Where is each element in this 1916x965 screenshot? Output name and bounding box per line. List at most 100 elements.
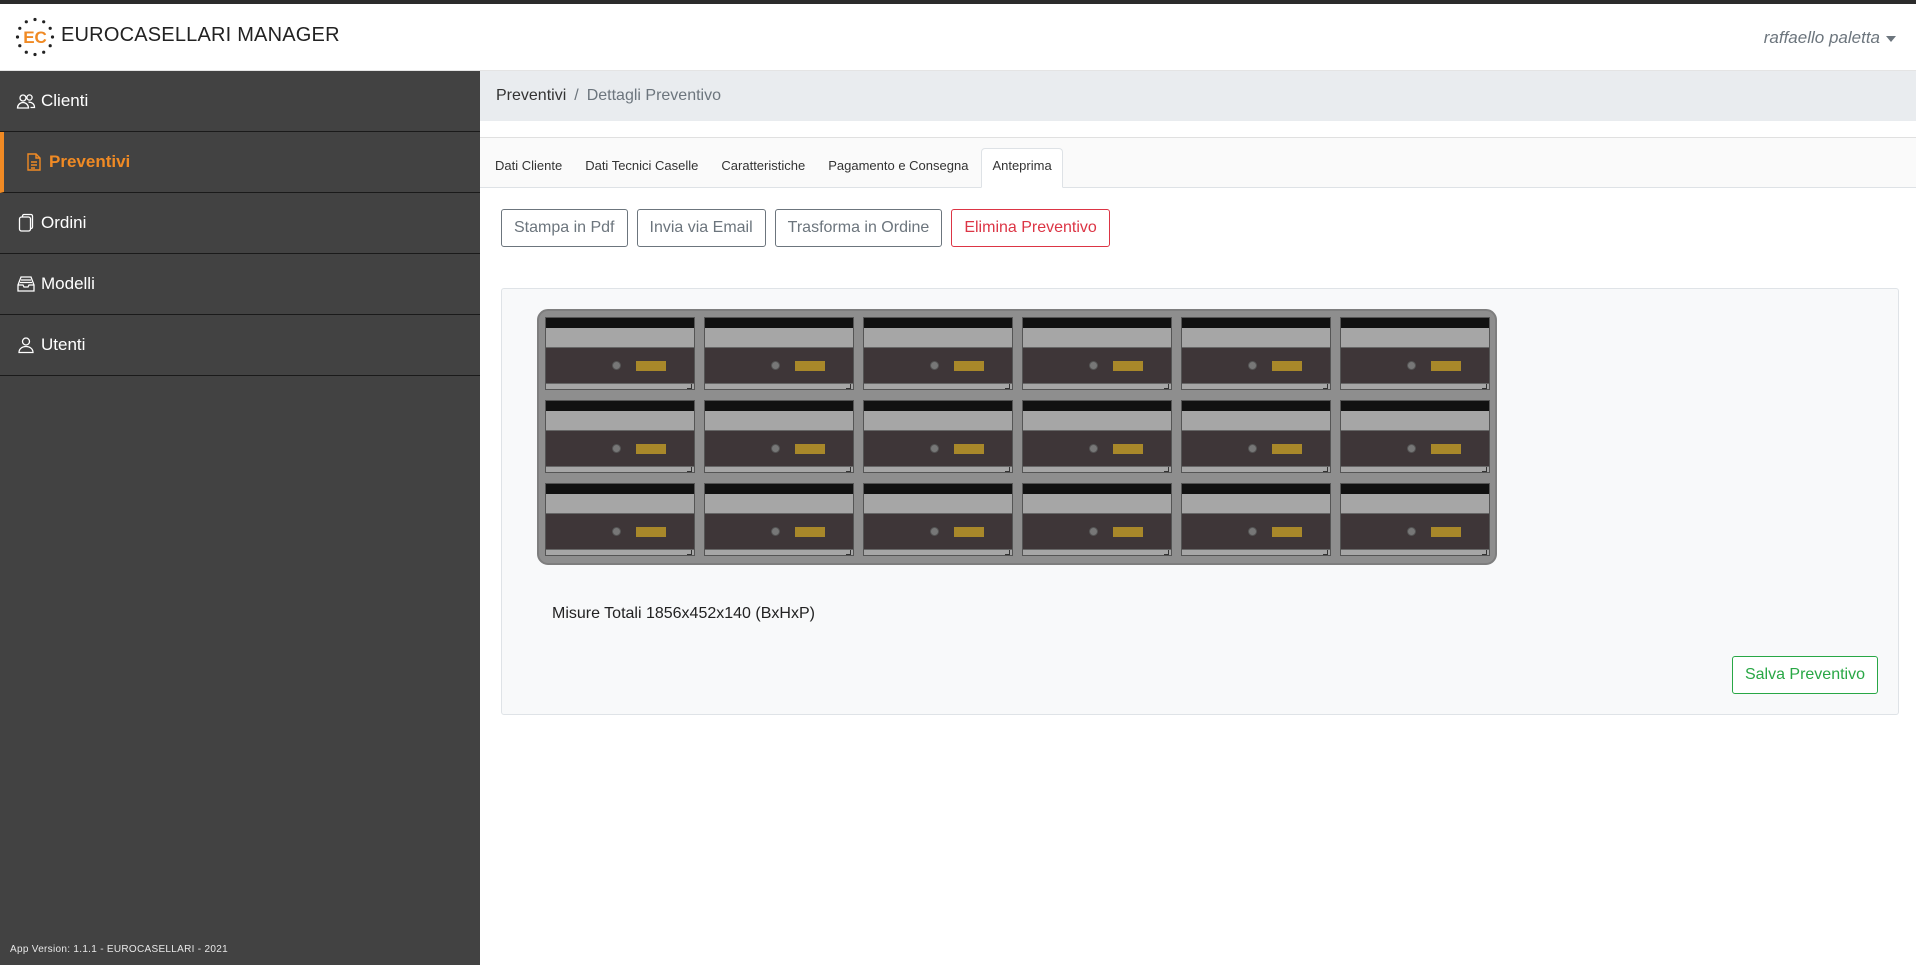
- lock-icon: [1089, 444, 1098, 453]
- mailbox-bottom: [705, 383, 853, 389]
- mailbox-flap: [705, 411, 853, 431]
- mailbox-bottom: [1023, 549, 1171, 555]
- name-plate: [1431, 361, 1461, 371]
- mailbox-flap: [705, 494, 853, 514]
- quote-card: Dati Cliente Dati Tecnici Caselle Caratt…: [480, 137, 1916, 733]
- tab-dati-cliente[interactable]: Dati Cliente: [485, 149, 572, 187]
- mailbox-slot: [863, 400, 1013, 473]
- lock-icon: [930, 444, 939, 453]
- mailbox-flap: [1341, 494, 1489, 514]
- mailbox-top: [1182, 484, 1330, 494]
- action-buttons: Stampa in Pdf Invia via Email Trasforma …: [501, 209, 1110, 247]
- sidebar-item-utenti[interactable]: Utenti: [0, 315, 480, 376]
- mailbox-slot: [545, 483, 695, 556]
- breadcrumb-preventivi[interactable]: Preventivi: [496, 87, 566, 105]
- lock-icon: [1407, 527, 1416, 536]
- name-plate: [1272, 527, 1302, 537]
- mailbox-top: [705, 401, 853, 411]
- mailbox-top: [1023, 401, 1171, 411]
- send-email-button[interactable]: Invia via Email: [636, 209, 766, 247]
- lock-icon: [930, 361, 939, 370]
- lock-icon: [771, 361, 780, 370]
- mailbox-slot: [1022, 317, 1172, 390]
- sidebar-item-preventivi[interactable]: Preventivi: [0, 132, 480, 193]
- name-plate: [795, 444, 825, 454]
- mailbox-top: [864, 318, 1012, 328]
- mailbox-bottom: [1023, 383, 1171, 389]
- mailbox-slot: [1022, 483, 1172, 556]
- sidebar-item-label: Preventivi: [49, 152, 131, 171]
- name-plate: [1272, 361, 1302, 371]
- mailbox-flap: [864, 494, 1012, 514]
- total-measures: Misure Totali 1856x452x140 (BxHxP): [552, 605, 815, 622]
- mailbox-flap: [546, 494, 694, 514]
- lock-icon: [1248, 444, 1257, 453]
- app-brand[interactable]: EUROCASELLARI MANAGER: [61, 24, 340, 47]
- mailbox-bottom: [546, 549, 694, 555]
- name-plate: [1113, 361, 1143, 371]
- lock-icon: [612, 444, 621, 453]
- copy-icon: [18, 213, 34, 232]
- mailbox-flap: [1182, 411, 1330, 431]
- mailbox-top: [1341, 401, 1489, 411]
- name-plate: [1431, 444, 1461, 454]
- mailbox-slot: [704, 400, 854, 473]
- tab-dati-tecnici-caselle[interactable]: Dati Tecnici Caselle: [575, 149, 708, 187]
- breadcrumb: Preventivi / Dettagli Preventivo: [480, 71, 1916, 121]
- lock-icon: [1089, 527, 1098, 536]
- mailbox-slot: [1181, 400, 1331, 473]
- save-quote-button[interactable]: Salva Preventivo: [1731, 656, 1878, 694]
- tab-bar: Dati Cliente Dati Tecnici Caselle Caratt…: [480, 138, 1916, 188]
- user-menu[interactable]: raffaello paletta: [1764, 28, 1896, 48]
- mailbox-bottom: [546, 383, 694, 389]
- mailbox-slot: [1181, 317, 1331, 390]
- mailbox-top: [864, 401, 1012, 411]
- sidebar-item-label: Clienti: [41, 91, 89, 110]
- mailbox-top: [1023, 484, 1171, 494]
- tab-caratteristiche[interactable]: Caratteristiche: [711, 149, 815, 187]
- svg-text:EC: EC: [23, 28, 47, 47]
- mailbox-top: [546, 484, 694, 494]
- mailbox-slot: [704, 483, 854, 556]
- name-plate: [636, 527, 666, 537]
- sidebar-item-label: Ordini: [41, 213, 87, 232]
- delete-quote-button[interactable]: Elimina Preventivo: [951, 209, 1110, 247]
- name-plate: [636, 444, 666, 454]
- sidebar-item-clienti[interactable]: Clienti: [0, 71, 480, 132]
- mailbox-flap: [1182, 328, 1330, 348]
- inbox-icon: [17, 276, 35, 292]
- mailbox-top: [705, 484, 853, 494]
- mailbox-slot: [1340, 400, 1490, 473]
- eurocasellari-logo[interactable]: EC: [15, 17, 55, 57]
- mailbox-slot: [545, 317, 695, 390]
- print-pdf-button[interactable]: Stampa in Pdf: [501, 209, 628, 247]
- breadcrumb-current: Dettagli Preventivo: [586, 87, 721, 104]
- mailbox-top: [1182, 401, 1330, 411]
- sidebar-item-modelli[interactable]: Modelli: [0, 254, 480, 315]
- lock-icon: [1089, 361, 1098, 370]
- tab-anteprima[interactable]: Anteprima: [981, 148, 1063, 188]
- lock-icon: [1248, 527, 1257, 536]
- breadcrumb-separator: /: [574, 87, 579, 104]
- lock-icon: [771, 527, 780, 536]
- mailbox-top: [1182, 318, 1330, 328]
- mailbox-flap: [1182, 494, 1330, 514]
- lock-icon: [1407, 361, 1416, 370]
- convert-to-order-button[interactable]: Trasforma in Ordine: [774, 209, 943, 247]
- sidebar-item-label: Modelli: [41, 274, 95, 293]
- mailbox-flap: [1023, 411, 1171, 431]
- name-plate: [1431, 527, 1461, 537]
- mailbox-slot: [863, 317, 1013, 390]
- sidebar-item-ordini[interactable]: Ordini: [0, 193, 480, 254]
- mailbox-slot: [1340, 483, 1490, 556]
- lock-icon: [771, 444, 780, 453]
- name-plate: [636, 361, 666, 371]
- mailbox-flap: [705, 328, 853, 348]
- navbar: EC EUROCASELLARI MANAGER raffaello palet…: [0, 4, 1916, 71]
- tab-pagamento-consegna[interactable]: Pagamento e Consegna: [818, 149, 978, 187]
- mailbox-flap: [864, 328, 1012, 348]
- mailbox-top: [705, 318, 853, 328]
- mailbox-flap: [546, 411, 694, 431]
- mailbox-flap: [1341, 328, 1489, 348]
- mailbox-bottom: [1182, 383, 1330, 389]
